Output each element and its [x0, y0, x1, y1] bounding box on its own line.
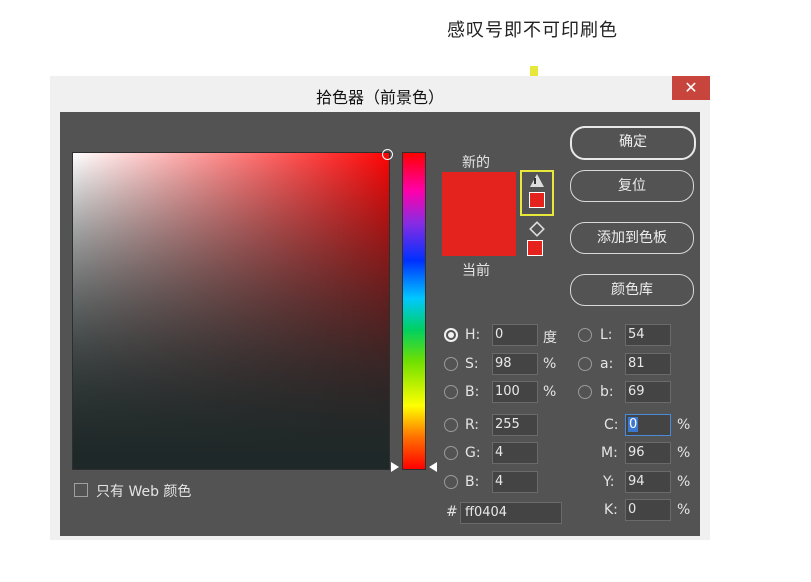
close-button[interactable]: ✕	[672, 76, 710, 100]
hex-hash: #	[446, 504, 458, 520]
new-label: 新的	[462, 155, 490, 171]
c-label: C:	[604, 417, 619, 433]
a-label: a:	[600, 356, 614, 372]
h-input[interactable]: 0	[492, 324, 538, 346]
h-unit: 度	[543, 330, 557, 346]
m-unit: %	[677, 445, 691, 461]
radio-blue[interactable]	[444, 475, 458, 489]
s-input[interactable]: 98	[492, 353, 538, 375]
annotation-text: 感叹号即不可印刷色	[447, 20, 618, 41]
k-input[interactable]: 0	[625, 499, 671, 521]
color-libraries-button[interactable]: 颜色库	[570, 274, 694, 306]
y-label: Y:	[603, 474, 615, 490]
hue-slider-handle-right[interactable]	[429, 462, 437, 472]
lab-b-label: b:	[600, 384, 614, 400]
out-of-gamut-warning[interactable]	[520, 170, 554, 216]
lab-b-input[interactable]: 69	[625, 381, 671, 403]
current-color-swatch[interactable]	[442, 214, 516, 256]
color-field[interactable]	[72, 149, 393, 470]
dialog-body: 新的 当前 确定 复位 添加到色板 颜色库 H: 0 度 S: 98 % B: …	[60, 112, 700, 536]
gamut-correction-swatch[interactable]	[529, 192, 545, 208]
radio-g[interactable]	[444, 446, 458, 460]
hue-slider[interactable]	[402, 152, 426, 470]
radio-lab-b[interactable]	[578, 385, 592, 399]
web-only-checkbox[interactable]	[74, 483, 88, 497]
c-unit: %	[677, 417, 691, 433]
add-to-swatches-button[interactable]: 添加到色板	[570, 222, 694, 254]
hue-slider-handle-left[interactable]	[391, 462, 399, 472]
r-label: R:	[465, 417, 480, 433]
a-input[interactable]: 81	[625, 353, 671, 375]
g-input[interactable]: 4	[492, 442, 538, 464]
y-input[interactable]: 94	[625, 471, 671, 493]
color-field-marker[interactable]	[382, 149, 393, 160]
k-unit: %	[677, 502, 691, 518]
b-input[interactable]: 100	[492, 381, 538, 403]
b-label: B:	[465, 384, 480, 400]
blue-input[interactable]: 4	[492, 471, 538, 493]
blue-label: B:	[465, 474, 480, 490]
radio-h[interactable]	[444, 328, 458, 342]
ok-button[interactable]: 确定	[570, 126, 696, 160]
warning-exclamation	[534, 178, 536, 184]
m-label: M:	[601, 445, 618, 461]
title-bar: 拾色器（前景色） ✕	[50, 76, 710, 112]
new-color-swatch	[442, 172, 516, 214]
r-input[interactable]: 255	[492, 414, 538, 436]
s-label: S:	[465, 356, 479, 372]
radio-a[interactable]	[578, 357, 592, 371]
l-label: L:	[600, 327, 613, 343]
b-unit: %	[543, 384, 557, 400]
s-unit: %	[543, 356, 557, 372]
current-label: 当前	[462, 263, 490, 279]
radio-b[interactable]	[444, 385, 458, 399]
color-picker-dialog: 拾色器（前景色） ✕ 新的 当前 确定 复位 添加到色板 颜色库 H: 0 度	[50, 76, 710, 540]
reset-button[interactable]: 复位	[570, 170, 694, 202]
color-field-shade	[73, 153, 389, 469]
cube-icon	[529, 221, 545, 237]
radio-r[interactable]	[444, 418, 458, 432]
m-input[interactable]: 96	[625, 442, 671, 464]
k-label: K:	[604, 502, 618, 518]
c-input[interactable]: 0	[625, 414, 671, 436]
l-input[interactable]: 54	[625, 324, 671, 346]
web-only-label: 只有 Web 颜色	[96, 484, 192, 500]
dialog-title: 拾色器（前景色）	[315, 88, 444, 107]
hex-input[interactable]: ff0404	[460, 502, 562, 524]
radio-s[interactable]	[444, 357, 458, 371]
h-label: H:	[465, 327, 481, 343]
y-unit: %	[677, 474, 691, 490]
web-safe-swatch[interactable]	[527, 240, 543, 256]
g-label: G:	[465, 445, 481, 461]
c-input-value: 0	[628, 417, 639, 432]
radio-l[interactable]	[578, 328, 592, 342]
warning-icon	[530, 174, 544, 187]
